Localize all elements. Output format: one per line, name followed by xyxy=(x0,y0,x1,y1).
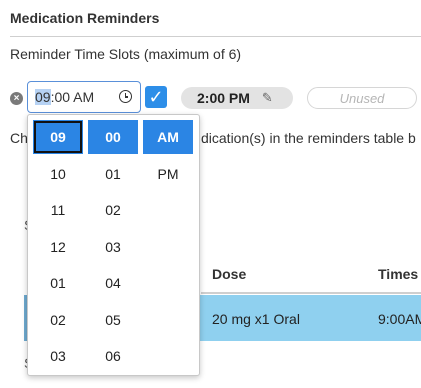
hour-option[interactable]: 02 xyxy=(33,303,83,337)
column-header-times[interactable]: Times xyxy=(378,266,418,282)
minute-option[interactable]: 03 xyxy=(88,230,138,264)
time-slot-chip-label: 2:00 PM xyxy=(197,90,250,106)
hour-option[interactable]: 03 xyxy=(33,339,83,373)
hour-option[interactable]: 12 xyxy=(33,230,83,264)
hour-option[interactable]: 10 xyxy=(33,157,83,191)
time-input[interactable]: 09:00 AM xyxy=(27,81,141,113)
time-picker-dropdown: 09 10 11 12 01 02 03 00 01 02 03 04 05 06 AM PM xyxy=(27,114,200,376)
instruction-text-start: Ch xyxy=(10,130,28,146)
remove-circle-icon[interactable]: × xyxy=(10,92,23,105)
hour-option[interactable]: 01 xyxy=(33,266,83,300)
minute-option[interactable]: 04 xyxy=(88,266,138,300)
minute-option[interactable]: 05 xyxy=(88,303,138,337)
minute-option[interactable]: 02 xyxy=(88,193,138,227)
unused-slot-chip[interactable]: Unused xyxy=(307,87,417,109)
enable-checkbox[interactable]: ✓ xyxy=(145,86,167,108)
instruction-text-end: dication(s) in the reminders table b xyxy=(201,130,416,146)
clock-icon[interactable] xyxy=(119,90,132,103)
cell-times: 9:00AM xyxy=(378,311,421,327)
hour-option[interactable]: 11 xyxy=(33,193,83,227)
minute-option[interactable]: 06 xyxy=(88,339,138,373)
time-input-hour[interactable]: 09 xyxy=(35,89,51,105)
column-header-dose[interactable]: Dose xyxy=(212,266,246,282)
cell-dose: 20 mg x1 Oral xyxy=(212,311,300,327)
reminder-slots-label: Reminder Time Slots (maximum of 6) xyxy=(10,46,242,62)
minute-option[interactable]: 00 xyxy=(88,120,138,154)
section-divider xyxy=(10,36,421,37)
time-slot-chip[interactable]: 2:00 PM ✎ xyxy=(181,87,293,109)
minute-option[interactable]: 01 xyxy=(88,157,138,191)
period-option[interactable]: PM xyxy=(143,157,193,191)
section-title: Medication Reminders xyxy=(10,10,160,26)
period-option[interactable]: AM xyxy=(143,120,193,154)
time-input-rest[interactable]: :00 AM xyxy=(51,89,95,105)
hour-option[interactable]: 09 xyxy=(33,120,83,154)
checkmark-icon: ✓ xyxy=(148,87,164,107)
pencil-icon[interactable]: ✎ xyxy=(262,90,273,106)
